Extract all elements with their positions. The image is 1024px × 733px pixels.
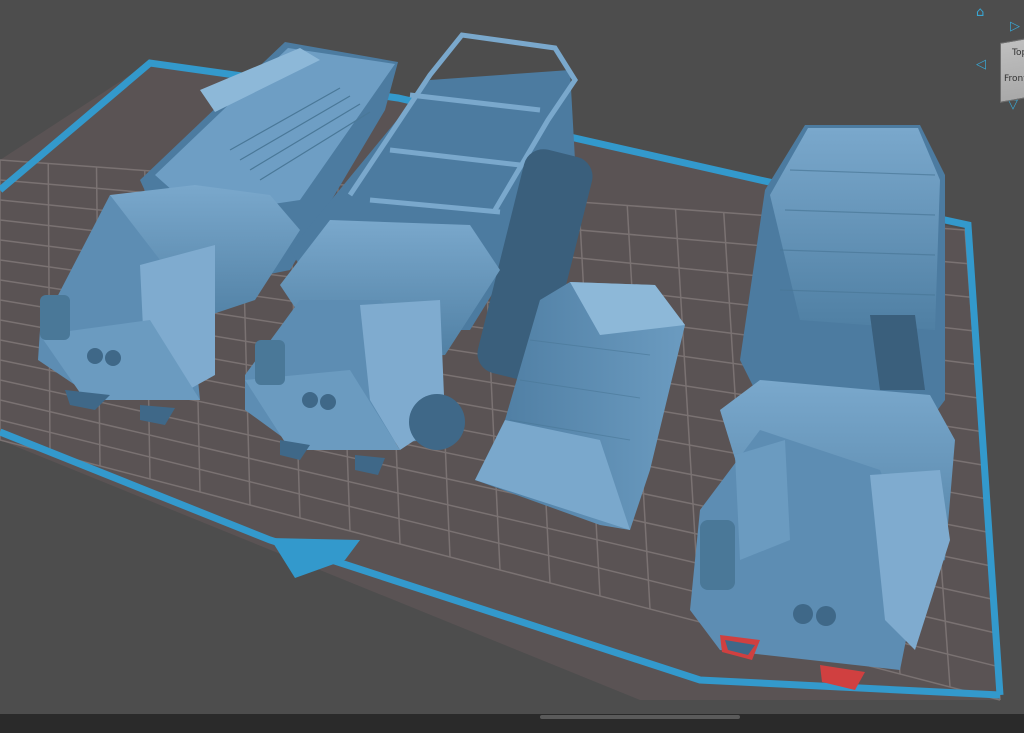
arrow-left-icon[interactable]: ◁ (976, 58, 986, 71)
home-icon[interactable]: ⌂ (976, 6, 984, 19)
status-bar (0, 714, 1024, 733)
arrow-right-icon[interactable]: ▷ (1010, 20, 1020, 33)
view-cube[interactable]: ⌂ ◁ ▷ ▽ Top Front (968, 2, 1024, 114)
scene-canvas[interactable] (0, 0, 1024, 733)
horizontal-scrollbar[interactable] (540, 715, 740, 719)
view-cube-front-label[interactable]: Front (1004, 74, 1024, 84)
view-cube-top-label[interactable]: Top (1012, 48, 1024, 58)
3d-viewport[interactable]: ⌂ ◁ ▷ ▽ Top Front (0, 0, 1024, 733)
